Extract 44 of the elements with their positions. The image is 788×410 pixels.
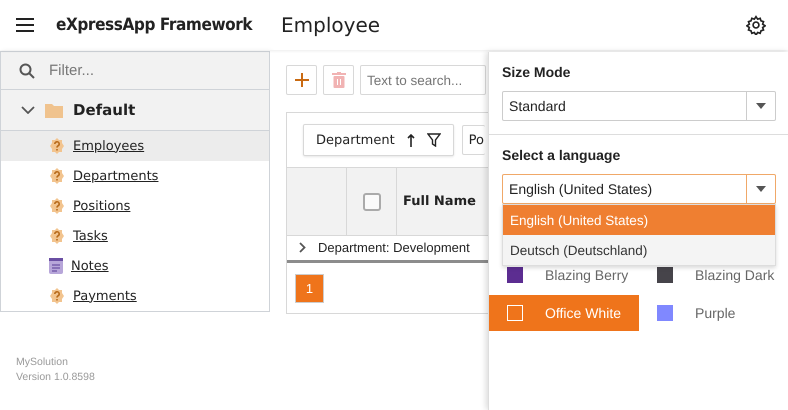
filter-icon (426, 133, 441, 147)
group-column-button[interactable]: Po (462, 125, 485, 155)
caret-icon (756, 103, 766, 109)
chevron-icon (21, 106, 35, 114)
folder-icon (45, 102, 63, 118)
question-icon (49, 198, 65, 214)
group-column-button[interactable]: Department (303, 124, 454, 156)
group-label: Default (73, 101, 136, 119)
view-title: Employee (281, 13, 380, 37)
nav-item[interactable]: Departments (1, 161, 269, 191)
nav-item[interactable]: Employees (1, 131, 269, 161)
settings-icon (746, 15, 766, 35)
group-row-label: Department: Development (318, 240, 470, 254)
size-mode-select[interactable]: Standard (502, 91, 776, 121)
caret-icon (756, 186, 766, 192)
nav-item[interactable]: Tasks (1, 221, 269, 251)
footer-text: MySolution (16, 355, 69, 370)
search-field[interactable]: Text to search... (360, 65, 486, 95)
plus-icon (294, 73, 308, 87)
app-title: eXpressApp Framework (56, 15, 254, 35)
trash-icon (332, 72, 346, 88)
nav-group[interactable]: Default (1, 90, 269, 131)
notes-icon (49, 258, 63, 274)
nav-item[interactable]: Payments (1, 281, 269, 311)
theme-option[interactable]: Purple (639, 295, 788, 331)
nav-item[interactable]: Notes (1, 251, 269, 281)
question-icon (49, 138, 65, 154)
question-icon (49, 228, 65, 244)
expand-icon[interactable] (299, 242, 306, 252)
question-icon (49, 288, 65, 304)
sort-up-icon (406, 134, 415, 146)
filter-field[interactable]: Filter... (1, 52, 269, 90)
settings-button[interactable] (746, 15, 766, 35)
add-button[interactable] (286, 65, 317, 95)
menu-icon (16, 18, 34, 32)
menu-button[interactable] (16, 18, 34, 32)
nav-item[interactable]: Positions (1, 191, 269, 221)
filter-input[interactable]: Filter... (47, 61, 251, 80)
select-all-checkbox[interactable] (362, 192, 380, 210)
footer-text: Version 1.0.8598 (16, 370, 96, 385)
search-icon (19, 62, 35, 78)
section-label: Size Mode (502, 64, 572, 80)
question-icon (49, 168, 65, 184)
section-label: Select a language (502, 147, 622, 163)
